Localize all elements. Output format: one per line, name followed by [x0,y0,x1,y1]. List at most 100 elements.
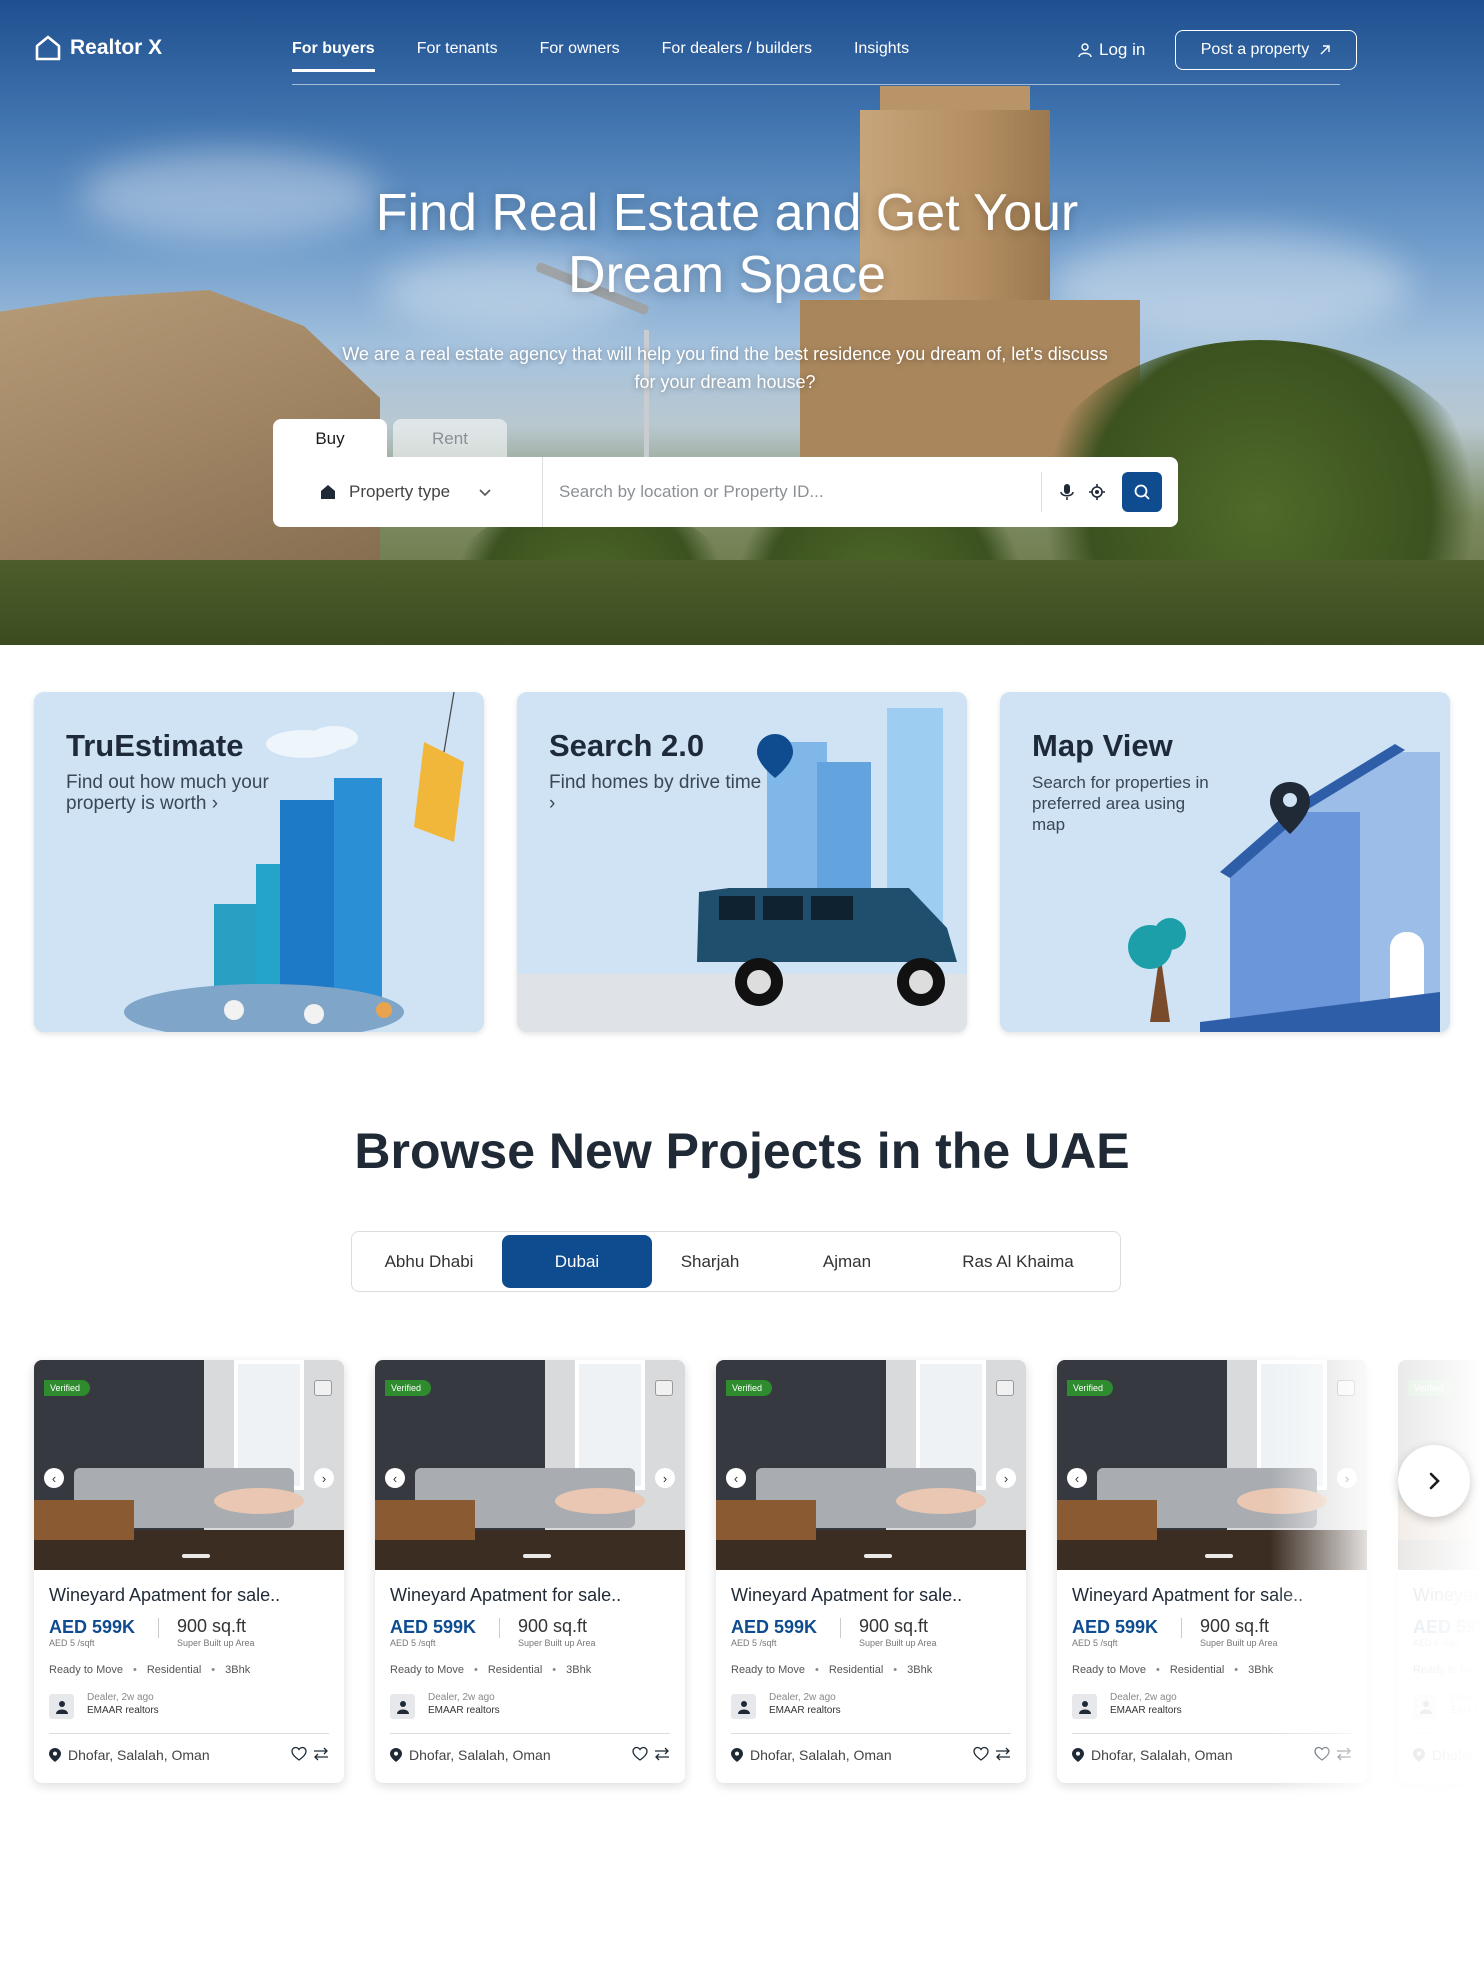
compare-icon[interactable] [1336,1746,1352,1762]
pin-icon [390,1748,402,1762]
avatar-icon [396,1700,409,1714]
search-button[interactable] [1122,472,1162,512]
listing-tag: Ready to Move [1072,1664,1146,1676]
listing-price: AED 599K [1072,1617,1159,1637]
listing-title[interactable]: Wineyard Apatment for sale.. [49,1585,280,1606]
photo-bench [1057,1500,1157,1540]
chevron-left-icon[interactable]: ‹ [1067,1468,1087,1488]
city-tab-sharjah[interactable]: Sharjah [652,1235,768,1288]
arrow-up-right-icon [1320,45,1330,55]
locate-icon[interactable] [1088,483,1106,501]
gallery-icon[interactable] [655,1380,673,1396]
search-input[interactable] [543,472,1041,512]
chevron-right-icon[interactable]: › [314,1468,334,1488]
feature-card-truestimate[interactable]: TruEstimate Find out how much your prope… [34,692,484,1032]
listing-card[interactable]: Verified ‹ › Wineyard Apatment for sale.… [1398,1360,1484,1783]
listing-title[interactable]: Wineyard Apatment for sale.. [1413,1585,1484,1606]
listing-tags: Ready to Move• Residential• 3Bhk [1072,1664,1274,1676]
nav-link-for-tenants[interactable]: For tenants [417,40,498,58]
listing-photo[interactable]: Verified ‹ › [375,1360,685,1570]
chevron-right-icon[interactable]: › [655,1468,675,1488]
mic-icon[interactable] [1058,483,1076,501]
compare-icon[interactable] [995,1746,1011,1762]
listing-photo[interactable]: Verified ‹ › [1057,1360,1367,1570]
photo-pagination-dots[interactable] [523,1554,551,1558]
listing-card[interactable]: Verified ‹ › Wineyard Apatment for sale.… [716,1360,1026,1783]
avatar [1072,1694,1097,1719]
verified-badge: Verified [44,1380,91,1396]
listing-title[interactable]: Wineyard Apatment for sale.. [1072,1585,1303,1606]
gallery-icon[interactable] [314,1380,332,1396]
listing-area: 900 sq.ft [177,1616,247,1636]
listing-card[interactable]: Verified ‹ › Wineyard Apatment for sale.… [375,1360,685,1783]
post-property-button[interactable]: Post a property [1175,30,1357,70]
top-nav: Realtor X For buyers For tenants For own… [0,0,1484,86]
city-tab-ras-al-khaima[interactable]: Ras Al Khaima [926,1235,1110,1288]
listing-photo[interactable]: Verified ‹ › [716,1360,1026,1570]
nav-link-for-owners[interactable]: For owners [540,40,620,58]
hero-ground [0,560,1484,645]
post-property-label: Post a property [1200,41,1310,58]
carousel-next-button[interactable] [1398,1445,1470,1517]
tab-rent[interactable]: Rent [393,419,507,459]
chevron-left-icon[interactable]: ‹ [44,1468,64,1488]
nav-link-for-buyers[interactable]: For buyers [292,40,375,72]
listing-divider [1072,1733,1352,1734]
tab-buy[interactable]: Buy [273,419,387,459]
heart-icon[interactable] [632,1746,648,1762]
city-tab-abhu-dhabi[interactable]: Abhu Dhabi [356,1235,502,1288]
listing-agency: EMAAR realtors [769,1705,841,1716]
listing-dealer-meta: Dealer, 2w ago [1451,1692,1484,1703]
chevron-left-icon[interactable]: ‹ [385,1468,405,1488]
chevron-left-icon[interactable]: ‹ [726,1468,746,1488]
brand-logo[interactable]: Realtor X [34,34,162,62]
listing-price-per-sqft: AED 5 /sqft [1413,1638,1459,1648]
gallery-icon[interactable] [1337,1380,1355,1396]
listing-price: AED 599K [49,1617,136,1637]
photo-pagination-dots[interactable] [182,1554,210,1558]
city-tab-ajman[interactable]: Ajman [768,1235,926,1288]
heart-icon[interactable] [973,1746,989,1762]
feature-card-search-2[interactable]: Search 2.0 Find homes by drive time › [517,692,967,1032]
nav-link-for-dealers[interactable]: For dealers / builders [662,40,812,58]
user-icon [1078,43,1092,58]
photo-pagination-dots[interactable] [864,1554,892,1558]
pin-icon [1072,1748,1084,1762]
heart-icon[interactable] [291,1746,307,1762]
gallery-icon[interactable] [996,1380,1014,1396]
listing-price: AED 599K [1413,1617,1484,1637]
feature-title: TruEstimate [66,728,244,763]
login-link[interactable]: Log in [1077,40,1145,60]
pin-icon [1413,1748,1425,1762]
login-label: Log in [1099,40,1146,59]
listing-price-per-sqft: AED 5 /sqft [731,1638,777,1648]
compare-icon[interactable] [313,1746,329,1762]
listing-tag: Residential [146,1664,202,1676]
listing-title[interactable]: Wineyard Apatment for sale.. [390,1585,621,1606]
compare-icon[interactable] [654,1746,670,1762]
listing-photo[interactable]: Verified ‹ › [34,1360,344,1570]
feature-description: Find out how much your property is worth… [66,772,276,814]
chevron-right-icon[interactable]: › [1337,1468,1357,1488]
city-tab-dubai[interactable]: Dubai [502,1235,652,1288]
feature-description: Search for properties in preferred area … [1032,773,1209,834]
listing-agency: EMAAR realtors [87,1705,159,1716]
listing-card[interactable]: Verified ‹ › Wineyard Apatment for sale.… [1057,1360,1367,1783]
listing-dealer-meta: Dealer, 2w ago [769,1692,836,1703]
nav-divider [292,84,1340,85]
listing-tag: Ready to Move [49,1664,123,1676]
avatar [731,1694,756,1719]
feature-card-map-view[interactable]: Map View Search for properties in prefer… [1000,692,1450,1032]
listing-price: AED 599K [731,1617,818,1637]
listing-agency: EMAAR realtors [1451,1705,1484,1716]
property-type-select[interactable]: Property type [273,457,543,527]
chevron-right-icon[interactable]: › [996,1468,1016,1488]
avatar [49,1694,74,1719]
photo-pagination-dots[interactable] [1205,1554,1233,1558]
listing-card[interactable]: Verified ‹ › Wineyard Apatment for sale.… [34,1360,344,1783]
browse-section-title: Browse New Projects in the UAE [354,1123,1130,1179]
heart-icon[interactable] [1314,1746,1330,1762]
listing-title[interactable]: Wineyard Apatment for sale.. [731,1585,962,1606]
search-bar: Property type [273,457,1178,527]
nav-link-insights[interactable]: Insights [854,40,909,58]
